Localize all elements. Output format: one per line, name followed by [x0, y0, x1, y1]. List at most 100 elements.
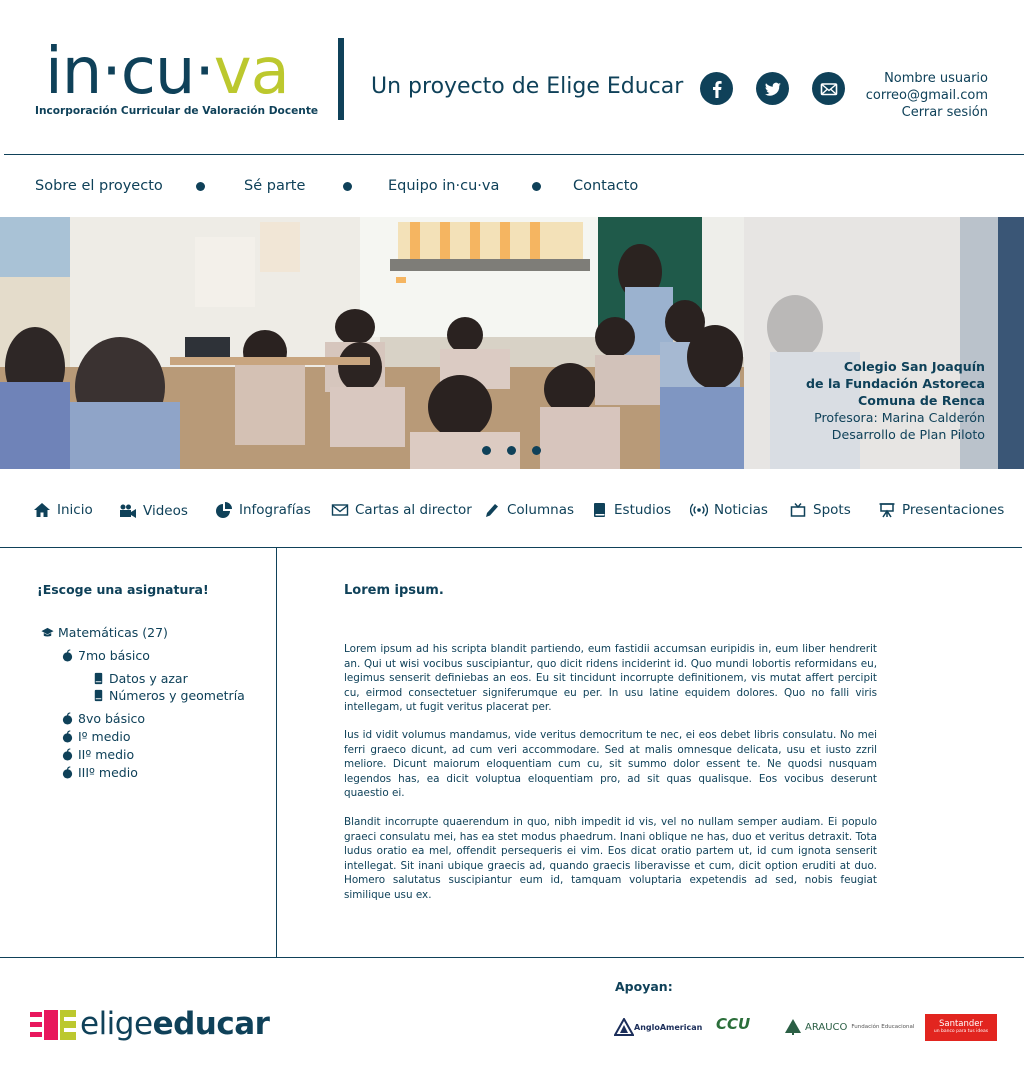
section-spots[interactable]: Spots [788, 501, 851, 519]
section-nav: Inicio Videos Infografías Cartas al dire… [0, 498, 1024, 528]
section-label: Columnas [507, 502, 575, 518]
section-columns[interactable]: Columnas [482, 501, 574, 519]
section-letters[interactable]: Cartas al director [330, 501, 472, 519]
section-label: Videos [143, 503, 188, 519]
book-icon [91, 672, 105, 686]
topic-data-chance[interactable]: Datos y azar [91, 671, 188, 686]
section-studies[interactable]: Estudios [589, 501, 671, 519]
level-label: 8vo básico [78, 711, 146, 726]
header-separator [4, 154, 1024, 155]
sponsor-arauco[interactable]: ARAUCO Fundación Educacional [784, 1019, 914, 1035]
section-news[interactable]: Noticias [689, 501, 768, 519]
section-label: Estudios [614, 502, 672, 518]
sponsor-santander[interactable]: Santander un banco para tus ideas [925, 1014, 997, 1041]
topic-label: Datos y azar [109, 671, 188, 686]
level-label: 7mo básico [78, 648, 150, 663]
nav-separator-dot [532, 182, 541, 191]
logout-link[interactable]: Cerrar sesión [866, 104, 988, 121]
presentation-icon [877, 501, 897, 519]
topic-label: Números y geometría [109, 688, 245, 703]
hero-caption-panel: Colegio San Joaquín de la Fundación Asto… [744, 217, 998, 469]
user-email: correo@gmail.com [865, 88, 988, 103]
logo-subtitle: Incorporación Curricular de Valoración D… [35, 105, 319, 117]
video-camera-icon [118, 502, 138, 520]
nav-team[interactable]: Equipo in·cu·va [388, 178, 499, 194]
pie-chart-icon [214, 501, 234, 519]
user-panel: Nombre usuario correo@gmail.com Cerrar s… [866, 70, 988, 121]
incuva-logo[interactable]: in·cu·va Incorporación Curricular de Val… [33, 35, 318, 128]
sidebar-title: ¡Escoge una asignatura! [37, 582, 209, 597]
topic-numbers-geometry[interactable]: Números y geometría [91, 688, 245, 703]
apple-icon [60, 649, 74, 663]
elige-educar-logo[interactable]: eligeeducar [30, 1006, 270, 1044]
content-paragraph-2: Ius id vidit volumus mandamus, vide veri… [344, 729, 877, 799]
caption-commune: Comuna de Renca [858, 393, 985, 408]
slider-dot-2[interactable] [507, 446, 516, 455]
section-label: Infografías [239, 502, 311, 518]
facebook-icon[interactable] [700, 72, 733, 105]
content-title: Lorem ipsum. [344, 583, 444, 598]
nav-join[interactable]: Sé parte [244, 178, 305, 194]
supporters-label: Apoyan: [615, 979, 673, 994]
section-label: Spots [813, 502, 851, 518]
section-label: Cartas al director [355, 502, 472, 518]
mail-icon[interactable] [812, 72, 845, 105]
graduation-cap-icon [40, 626, 54, 640]
level-1-medio[interactable]: Iº medio [60, 729, 130, 744]
elige-educar-mark-icon [30, 1010, 76, 1040]
hero-slider[interactable]: Colegio San Joaquín de la Fundación Asto… [0, 217, 1024, 469]
envelope-icon [330, 501, 350, 519]
nav-separator-dot [196, 182, 205, 191]
caption-school: Colegio San Joaquín [843, 359, 985, 374]
level-8vo[interactable]: 8vo básico [60, 711, 145, 726]
nav-separator-dot [343, 182, 352, 191]
section-label: Noticias [714, 502, 768, 518]
slider-dot-3[interactable] [532, 446, 541, 455]
caption-teacher: Profesora: Marina Calderón [814, 410, 985, 425]
apple-icon [60, 712, 74, 726]
sidebar-divider [276, 548, 277, 957]
section-presentations[interactable]: Presentaciones [877, 501, 1004, 519]
sponsor-anglo-american[interactable]: AngloAmerican [614, 1018, 702, 1036]
level-7mo[interactable]: 7mo básico [60, 648, 150, 663]
caption-project: Desarrollo de Plan Piloto [831, 427, 985, 442]
level-label: Iº medio [78, 729, 131, 744]
section-label: Presentaciones [902, 502, 1005, 518]
nav-about[interactable]: Sobre el proyecto [35, 178, 163, 194]
level-label: IIº medio [78, 747, 135, 762]
caption-foundation: de la Fundación Astoreca [806, 376, 985, 391]
broadcast-icon [689, 501, 709, 519]
footer-separator [0, 957, 1024, 958]
book-icon [589, 501, 609, 519]
subject-label: Matemáticas (27) [58, 625, 168, 640]
slider-dot-1[interactable] [482, 446, 491, 455]
user-name[interactable]: Nombre usuario [866, 70, 988, 87]
slider-dots [482, 440, 557, 459]
section-home[interactable]: Inicio [32, 501, 93, 519]
pencil-icon [482, 501, 502, 519]
tv-icon [788, 501, 808, 519]
section-infographics[interactable]: Infografías [214, 501, 311, 519]
section-videos[interactable]: Videos [118, 502, 188, 520]
apple-icon [60, 730, 74, 744]
nav-contact[interactable]: Contacto [573, 178, 638, 194]
hero-caption-text: Colegio San Joaquín de la Fundación Asto… [806, 358, 985, 443]
elige-educar-wordmark: eligeeducar [80, 1006, 270, 1042]
twitter-icon[interactable] [756, 72, 789, 105]
logo-wordmark: in·cu·va [45, 35, 290, 109]
main-nav: Sobre el proyecto Sé parte Equipo in·cu·… [0, 178, 700, 200]
content-paragraph-3: Blandit incorrupte quaerendum in quo, ni… [344, 816, 877, 901]
arauco-tree-icon [785, 1019, 801, 1035]
level-3-medio[interactable]: IIIº medio [60, 765, 138, 780]
header-divider [338, 38, 344, 120]
apple-icon [60, 766, 74, 780]
content-paragraph-1: Lorem ipsum ad his scripta blandit parti… [344, 643, 877, 713]
header-tagline: Un proyecto de Elige Educar [371, 74, 684, 99]
sponsor-ccu[interactable]: CCU [716, 1015, 750, 1033]
level-2-medio[interactable]: IIº medio [60, 747, 134, 762]
home-icon [32, 501, 52, 519]
subject-mathematics[interactable]: Matemáticas (27) [40, 625, 168, 640]
book-icon [91, 689, 105, 703]
section-nav-separator [0, 547, 1022, 548]
section-label: Inicio [57, 502, 93, 518]
